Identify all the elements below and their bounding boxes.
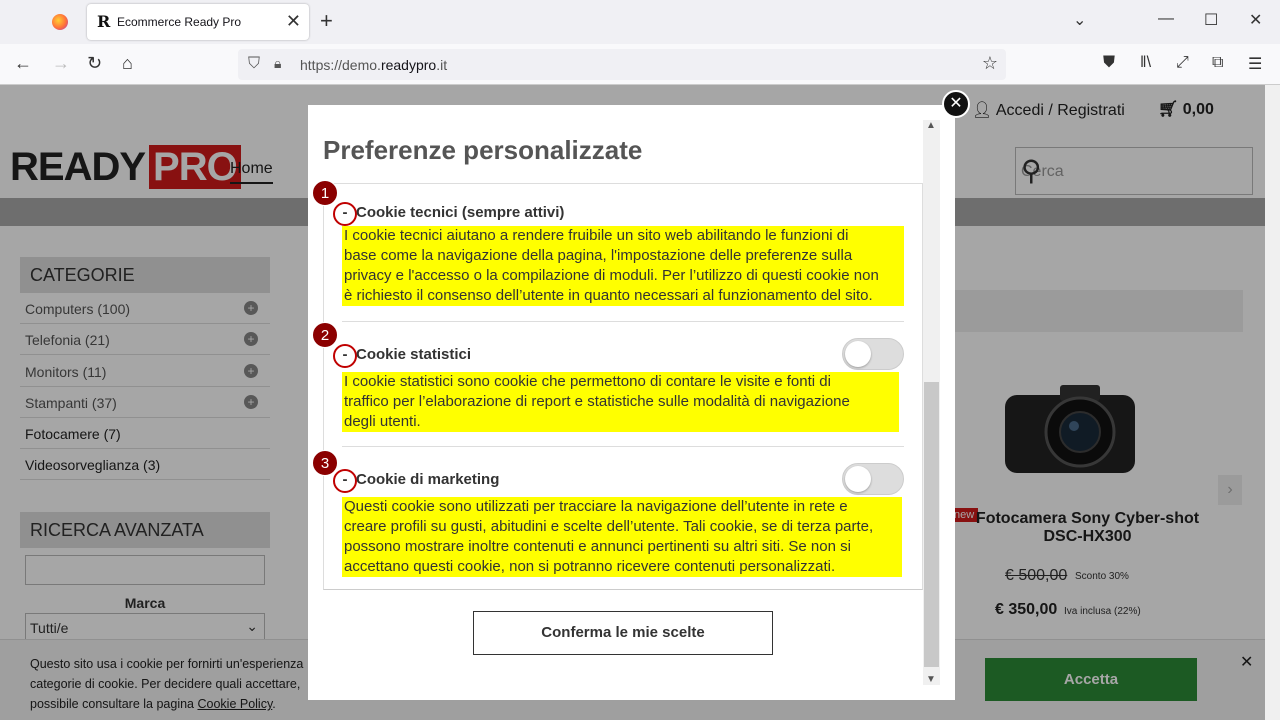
- collapse-icon[interactable]: -: [338, 204, 352, 221]
- marketing-toggle[interactable]: [842, 463, 904, 495]
- modal-scrollbar[interactable]: ▲ ▼: [923, 120, 940, 685]
- maximize-icon[interactable]: ☐: [1204, 10, 1218, 30]
- collapse-icon[interactable]: -: [338, 471, 352, 488]
- reload-icon[interactable]: ↻: [87, 53, 102, 74]
- url-suffix: .it: [436, 57, 448, 73]
- modal-close-icon[interactable]: ✕: [942, 90, 970, 118]
- section-desc-technical: I cookie tecnici aiutano a rendere fruib…: [342, 226, 904, 306]
- extension-tool-icon[interactable]: ⤢: [1176, 54, 1189, 72]
- section-title-statistics[interactable]: Cookie statistici: [356, 346, 471, 363]
- url-text[interactable]: https://demo.readypro.it: [300, 57, 447, 73]
- tab-list-chevron-icon[interactable]: ⌄: [1073, 10, 1086, 30]
- desc-line: è richiesto il consenso dell’utente in q…: [344, 287, 873, 304]
- url-prefix: https://demo.: [300, 57, 381, 73]
- new-tab-icon[interactable]: +: [320, 8, 333, 34]
- scroll-thumb[interactable]: [924, 382, 939, 667]
- scroll-up-icon[interactable]: ▲: [926, 120, 936, 131]
- pocket-icon[interactable]: ⛊: [1103, 54, 1115, 72]
- site-favicon-icon: R: [97, 12, 111, 31]
- extensions-icon[interactable]: ⧉: [1212, 54, 1223, 72]
- url-bar[interactable]: ⛉ 🔒︎ https://demo.readypro.it ☆: [238, 49, 1006, 80]
- desc-line: degli utenti.: [344, 413, 421, 430]
- modal-title: Preferenze personalizzate: [323, 135, 643, 165]
- bookmark-star-icon[interactable]: ☆: [982, 53, 998, 74]
- browser-navbar: ← → ↻ ⌂ ⛉ 🔒︎ https://demo.readypro.it ☆ …: [0, 44, 1280, 85]
- page-scrollbar[interactable]: [1265, 85, 1280, 720]
- tab-title: Ecommerce Ready Pro: [117, 15, 242, 29]
- url-domain: readypro: [380, 57, 437, 73]
- menu-icon[interactable]: ☰: [1248, 54, 1262, 74]
- collapse-icon[interactable]: -: [338, 346, 352, 363]
- confirm-choices-button[interactable]: Conferma le mie scelte: [473, 611, 773, 655]
- home-icon[interactable]: ⌂: [122, 53, 133, 74]
- preferences-panel: 1 - Cookie tecnici (sempre attivi) I coo…: [312, 180, 923, 590]
- section-desc-marketing: Questi cookie sono utilizzati per tracci…: [342, 497, 902, 577]
- browser-tabbar: R Ecommerce Ready Pro ✕ + ⌄ — ☐ ✕: [0, 0, 1280, 44]
- desc-line: privacy e l'accesso o la compilazione di…: [344, 267, 879, 284]
- shield-icon[interactable]: ⛉: [248, 55, 260, 73]
- desc-line: I cookie tecnici aiutano a rendere fruib…: [344, 227, 849, 244]
- section-divider: [342, 321, 904, 322]
- cookie-preferences-modal: Preferenze personalizzate 1 - Cookie tec…: [308, 105, 955, 700]
- firefox-icon[interactable]: [52, 14, 68, 30]
- section-title-technical[interactable]: Cookie tecnici (sempre attivi): [356, 204, 564, 221]
- lock-icon[interactable]: 🔒︎: [274, 55, 281, 72]
- section-title-marketing[interactable]: Cookie di marketing: [356, 471, 499, 488]
- annotation-badge-1: 1: [312, 180, 338, 206]
- desc-line: I cookie statistici sono cookie che perm…: [344, 373, 831, 390]
- toggle-knob: [845, 341, 871, 367]
- desc-line: accettano questi cookie, non si potranno…: [344, 558, 836, 575]
- desc-line: traffico per l’elaborazione di report e …: [344, 393, 850, 410]
- desc-line: Questi cookie sono utilizzati per tracci…: [344, 498, 848, 515]
- section-divider: [342, 446, 904, 447]
- desc-line: creare profili su gusti, abitudini e sce…: [344, 518, 874, 535]
- forward-icon[interactable]: →: [52, 53, 70, 74]
- minimize-icon[interactable]: —: [1158, 10, 1174, 28]
- desc-line: possono mostrare inoltre contenuti e ann…: [344, 538, 851, 555]
- scroll-down-icon[interactable]: ▼: [926, 674, 936, 685]
- library-icon[interactable]: ‖\: [1140, 54, 1151, 72]
- toggle-knob: [845, 466, 871, 492]
- statistics-toggle[interactable]: [842, 338, 904, 370]
- desc-line: base come la navigazione della pagina, l…: [344, 247, 853, 264]
- window-close-icon[interactable]: ✕: [1249, 10, 1262, 30]
- back-icon[interactable]: ←: [14, 53, 32, 74]
- browser-tab[interactable]: R Ecommerce Ready Pro ✕: [87, 4, 309, 40]
- annotation-badge-3: 3: [312, 450, 338, 476]
- tab-close-icon[interactable]: ✕: [286, 11, 301, 31]
- annotation-badge-2: 2: [312, 322, 338, 348]
- section-desc-statistics: I cookie statistici sono cookie che perm…: [342, 372, 899, 432]
